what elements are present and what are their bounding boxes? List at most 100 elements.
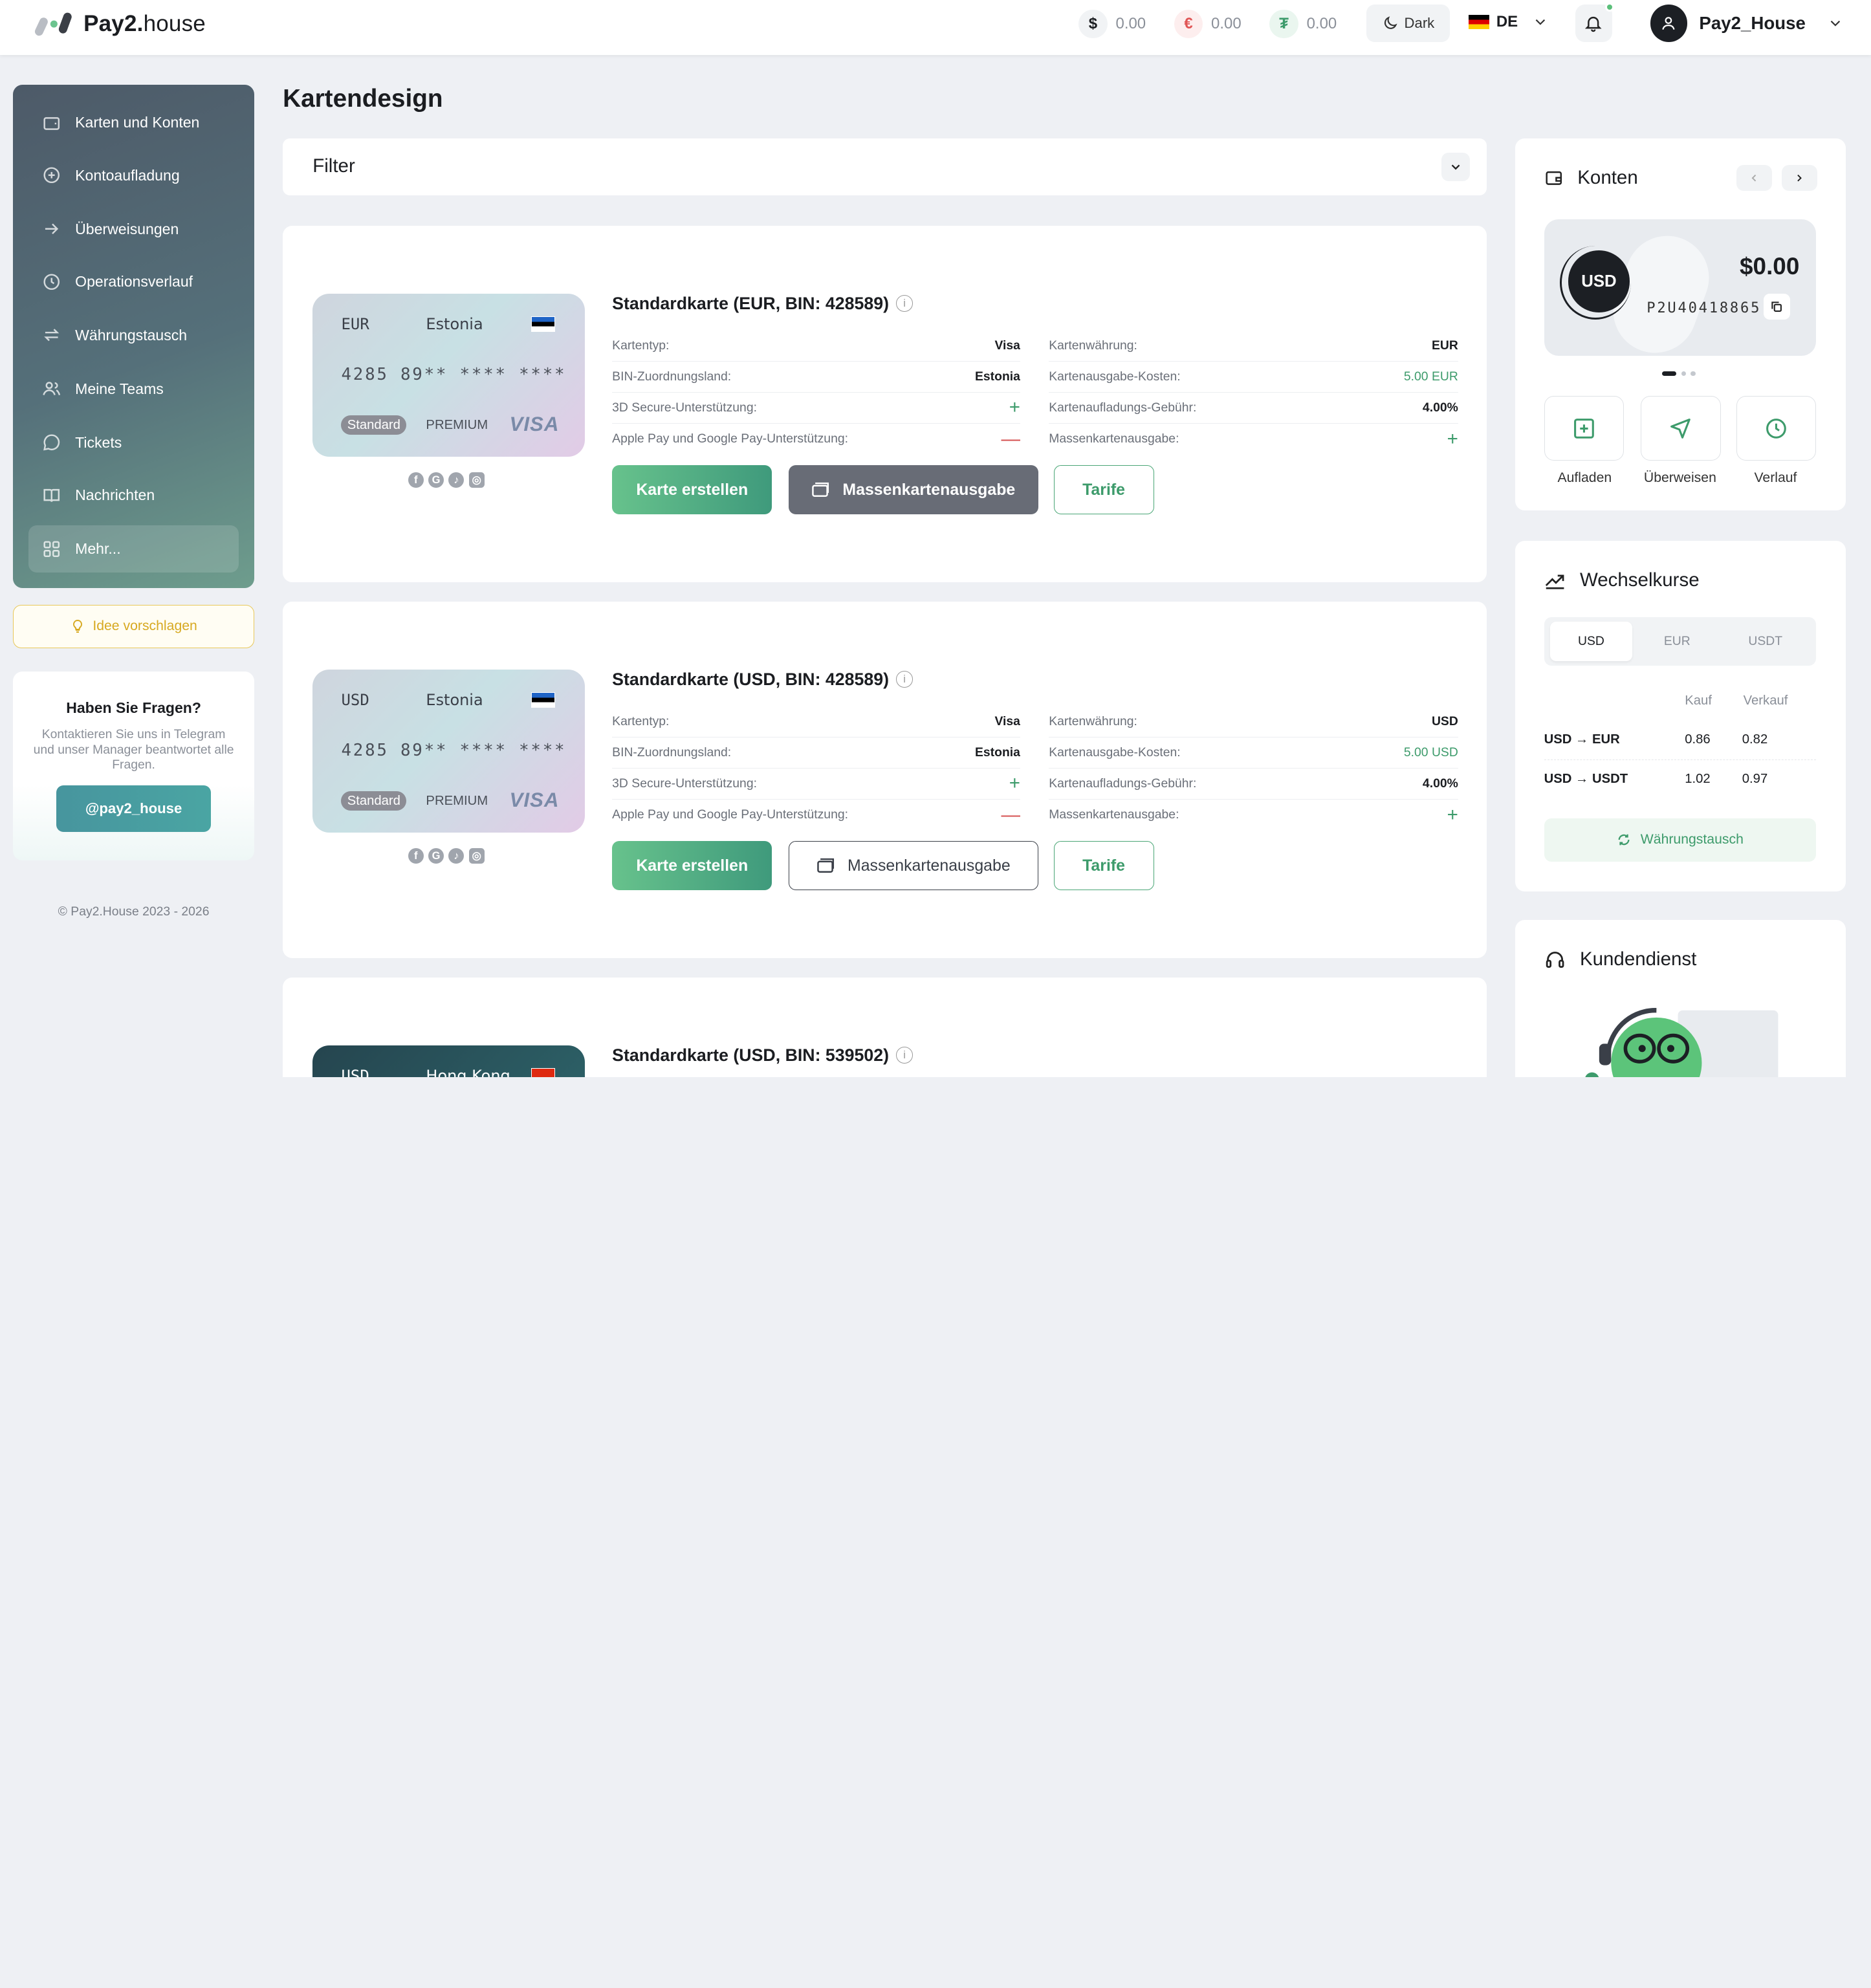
sidebar-item-label: Karten und Konten xyxy=(75,114,200,131)
info-icon[interactable]: i xyxy=(896,1047,913,1064)
sidebar-item-more[interactable]: Mehr... xyxy=(28,525,239,573)
sidebar-item-tickets[interactable]: Tickets xyxy=(28,419,239,466)
sidebar: Karten und Konten Kontoaufladung Überwei… xyxy=(13,84,254,589)
cards-icon xyxy=(817,858,835,873)
sidebar-item-news[interactable]: Nachrichten xyxy=(28,472,239,519)
telegram-button[interactable]: @pay2_house xyxy=(56,785,212,832)
balance-usdt[interactable]: ₮ 0.00 xyxy=(1269,9,1337,38)
language-code: DE xyxy=(1496,13,1518,31)
balance-eur[interactable]: € 0.00 xyxy=(1174,9,1242,38)
create-card-button[interactable]: Karte erstellen xyxy=(612,465,772,514)
app-root: Pay2.house $ 0.00 € 0.00 ₮ 0.00 Dark DE xyxy=(0,0,1871,1078)
tab-usd[interactable]: USD xyxy=(1549,621,1633,661)
property-row: Massenkartenausgabe: + xyxy=(1049,800,1458,831)
theme-toggle-button[interactable]: Dark xyxy=(1366,5,1450,42)
property-row: Apple Pay und Google Pay-Unterstützung: — xyxy=(612,800,1020,831)
grid-icon xyxy=(43,541,60,557)
logo[interactable]: Pay2.house xyxy=(34,10,206,38)
topup-action-label: Aufladen xyxy=(1557,470,1612,485)
property-label: BIN-Zuordnungsland: xyxy=(612,745,732,759)
pagination-dot[interactable] xyxy=(1690,371,1696,376)
filter-panel[interactable]: Filter xyxy=(283,138,1487,196)
sidebar-item-topup[interactable]: Kontoaufladung xyxy=(28,151,239,199)
info-icon[interactable]: i xyxy=(896,671,913,688)
sidebar-item-cards-accounts[interactable]: Karten und Konten xyxy=(28,99,239,147)
tariffs-button[interactable]: Tarife xyxy=(1053,841,1154,890)
lightbulb-icon xyxy=(73,620,83,633)
sidebar-item-history[interactable]: Operationsverlauf xyxy=(28,257,239,305)
trend-up-icon xyxy=(1545,574,1564,589)
language-selector[interactable]: DE xyxy=(1469,13,1549,31)
property-value: 5.00 EUR xyxy=(1403,369,1458,384)
notifications-button[interactable] xyxy=(1575,2,1615,42)
chevron-left-icon xyxy=(1751,174,1756,182)
bulk-issue-button[interactable]: Massenkartenausgabe xyxy=(789,465,1038,514)
info-icon[interactable]: i xyxy=(896,295,913,312)
history-action-button[interactable] xyxy=(1736,396,1817,461)
copy-account-button[interactable] xyxy=(1763,293,1790,320)
rate-pair: USD → USDT xyxy=(1544,772,1628,787)
support-title: Kundendienst xyxy=(1579,948,1697,970)
property-row: Massenkartenausgabe: + xyxy=(1049,424,1458,455)
wallet-icon xyxy=(1546,171,1562,186)
visa-logo: VISA xyxy=(509,413,560,436)
property-row: Kartenausgabe-Kosten: 5.00 EUR xyxy=(1049,362,1458,393)
user-menu[interactable]: Pay2_House xyxy=(1650,5,1844,42)
openai-icon: ◎ xyxy=(468,472,485,488)
suggest-idea-button[interactable]: Idee vorschlagen xyxy=(13,605,254,648)
rate-pair: USD → EUR xyxy=(1544,732,1620,747)
topup-action-button[interactable] xyxy=(1544,396,1625,461)
pagination-dot[interactable] xyxy=(1662,371,1677,376)
rate-row: USD → EUR 0.86 0.82 xyxy=(1544,721,1817,760)
tab-usdt[interactable]: USDT xyxy=(1724,622,1806,661)
suggest-idea-label: Idee vorschlagen xyxy=(93,618,197,634)
account-currency: USD xyxy=(1568,250,1630,313)
transfer-action-button[interactable] xyxy=(1641,396,1721,461)
chevron-down-icon xyxy=(1830,20,1841,27)
card-currency: EUR xyxy=(341,314,369,333)
cards-icon xyxy=(812,483,829,497)
property-label: Massenkartenausgabe: xyxy=(1049,431,1179,446)
tab-eur[interactable]: EUR xyxy=(1636,622,1718,661)
card-title: Standardkarte (USD, BIN: 539502) i xyxy=(612,1045,913,1065)
account-card[interactable]: USD $0.00 P2U40418865 xyxy=(1544,219,1817,356)
bulk-issue-button[interactable]: Massenkartenausgabe xyxy=(789,841,1038,890)
filter-toggle-button[interactable] xyxy=(1441,153,1471,182)
card-title: Standardkarte (EUR, BIN: 428589) i xyxy=(612,294,913,314)
sidebar-item-transfers[interactable]: Überweisungen xyxy=(28,205,239,253)
openai-icon: ◎ xyxy=(468,848,485,864)
germany-flag-icon xyxy=(1469,15,1489,30)
sidebar-item-exchange[interactable]: Währungstausch xyxy=(28,311,239,359)
card-product-panel: USD Hong Kong Standardkarte (USD, BIN: 5… xyxy=(283,977,1487,1078)
property-label: Kartenaufladungs-Gebühr: xyxy=(1049,776,1197,791)
currency-exchange-button[interactable]: Währungstausch xyxy=(1544,818,1817,862)
pagination-dot[interactable] xyxy=(1681,371,1687,376)
card-country: Estonia xyxy=(426,690,483,709)
filter-label: Filter xyxy=(312,155,355,177)
property-value: Visa xyxy=(994,714,1020,728)
moon-icon xyxy=(1384,16,1397,29)
property-value: Visa xyxy=(994,338,1020,353)
property-label: Kartenausgabe-Kosten: xyxy=(1049,745,1181,759)
wallet-icon xyxy=(43,117,60,131)
card-preview: USD Estonia 4285 89** **** **** Standard… xyxy=(312,669,585,833)
exchange-rates-panel: Wechselkurse USD EUR USDT Kauf Verkauf U… xyxy=(1515,540,1846,891)
column-buy: Kauf xyxy=(1685,693,1712,708)
account-pagination[interactable] xyxy=(1662,371,1696,376)
property-value: Estonia xyxy=(975,745,1020,759)
tariffs-button[interactable]: Tarife xyxy=(1053,465,1154,514)
accounts-next-button[interactable] xyxy=(1781,164,1817,191)
accounts-prev-button[interactable] xyxy=(1736,164,1772,191)
create-card-button[interactable]: Karte erstellen xyxy=(612,841,772,890)
accounts-header: Konten xyxy=(1544,167,1638,189)
card-badge: Standard xyxy=(341,791,407,811)
sidebar-item-label: Währungstausch xyxy=(75,326,188,344)
sidebar-item-teams[interactable]: Meine Teams xyxy=(28,365,239,413)
property-label: Kartenaufladungs-Gebühr: xyxy=(1049,400,1197,415)
facebook-icon: f xyxy=(408,472,424,488)
card-country: Hong Kong xyxy=(426,1066,510,1078)
balance-usd-value: 0.00 xyxy=(1115,14,1146,32)
balance-usd[interactable]: $ 0.00 xyxy=(1078,9,1146,38)
property-row: Kartentyp: Visa xyxy=(612,331,1020,362)
support-mascot-illustration xyxy=(1584,1008,1778,1078)
